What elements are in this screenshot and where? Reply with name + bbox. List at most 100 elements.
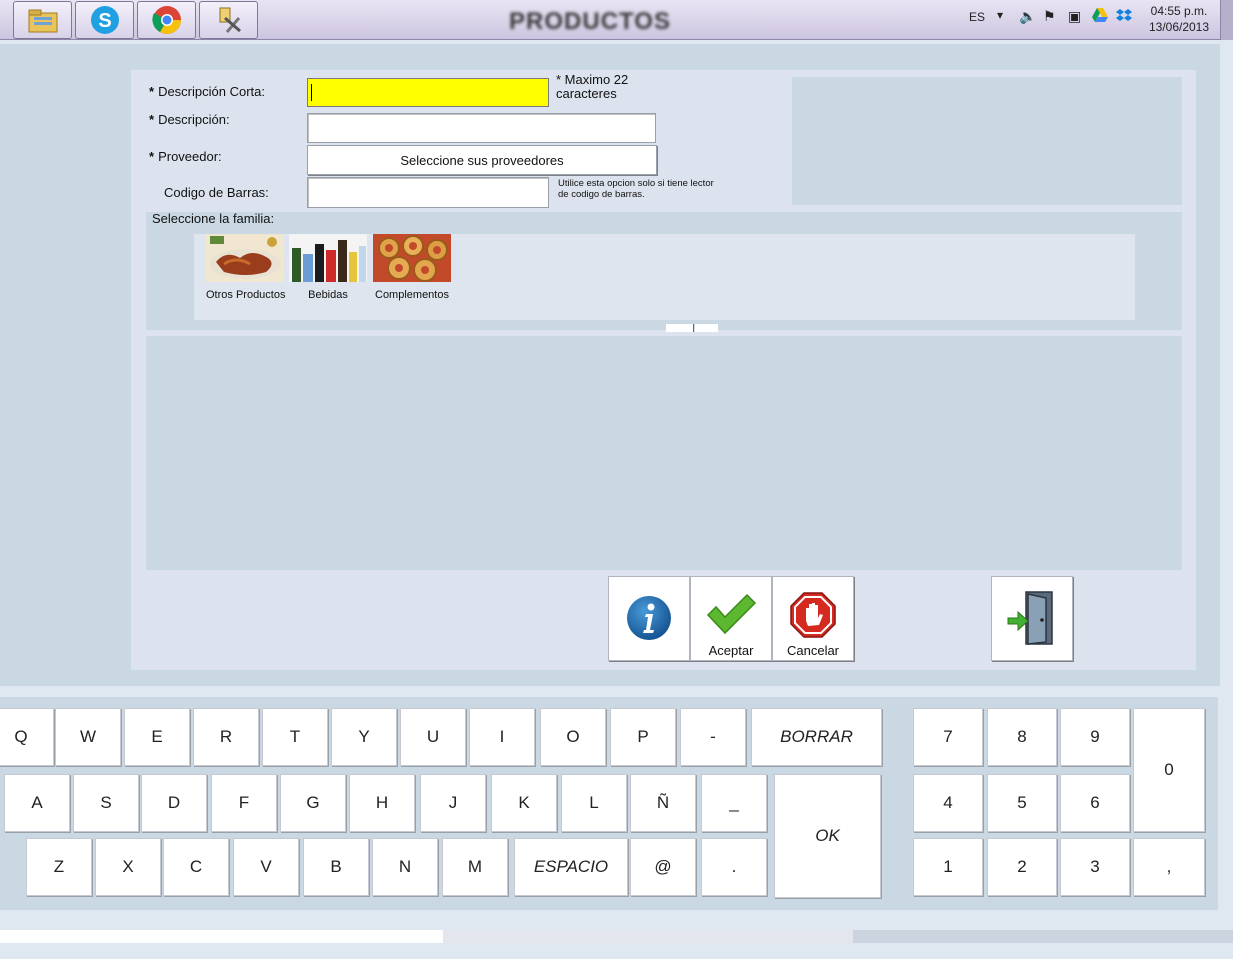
key-row2-8[interactable]: L: [561, 774, 627, 832]
key-row2-7[interactable]: K: [491, 774, 557, 832]
required-asterisk: *: [149, 84, 155, 99]
key-i[interactable]: I: [469, 708, 535, 766]
numpad-4[interactable]: 4: [913, 774, 983, 832]
key-r[interactable]: R: [193, 708, 259, 766]
numpad-9[interactable]: 9: [1060, 708, 1130, 766]
familia-item-complementos[interactable]: Complementos: [373, 234, 451, 301]
product-image-area[interactable]: [792, 77, 1182, 205]
info-icon: [627, 596, 671, 640]
language-indicator[interactable]: ES: [969, 10, 985, 24]
chrome-icon[interactable]: [137, 1, 196, 39]
descripcion-label: * Descripción:: [149, 112, 230, 127]
key-w[interactable]: W: [55, 708, 121, 766]
familia-label-otros-productos: Otros Productos: [206, 289, 286, 301]
cancelar-label: Cancelar: [786, 643, 840, 658]
codigo-barras-input[interactable]: [307, 177, 549, 208]
key-n[interactable]: N: [372, 838, 438, 896]
key-ok[interactable]: OK: [774, 774, 881, 898]
descripcion-label-text: Descripción:: [158, 112, 230, 127]
codigo-barras-hint: Utilice esta opcion solo si tiene lector…: [558, 178, 714, 200]
numpad-comma[interactable]: ,: [1133, 838, 1205, 896]
network-icon[interactable]: ▣: [1068, 8, 1081, 25]
desc-corta-label: * Descripción Corta:: [149, 84, 265, 99]
proveedor-label: * Proveedor:: [149, 149, 222, 164]
show-desktop-button[interactable]: [1220, 0, 1233, 40]
key-row2-10[interactable]: _: [701, 774, 767, 832]
desc-corta-label-text: Descripción Corta:: [158, 84, 265, 99]
aceptar-label: Aceptar: [708, 643, 754, 658]
required-asterisk: *: [149, 149, 155, 164]
key-b[interactable]: B: [303, 838, 369, 896]
desc-corta-input[interactable]: [307, 78, 549, 107]
key-row2-2[interactable]: D: [141, 774, 207, 832]
otros-productos-image: [206, 234, 284, 282]
key-row2-4[interactable]: G: [280, 774, 346, 832]
key-row2-5[interactable]: H: [349, 774, 415, 832]
clock-time[interactable]: 04:55 p.m.: [1143, 4, 1215, 18]
key-row2-6[interactable]: J: [420, 774, 486, 832]
status-bar-segment-2: [443, 930, 853, 943]
window-title: PRODUCTOS: [509, 8, 671, 35]
volume-icon[interactable]: 🔈: [1019, 8, 1036, 25]
numpad-1[interactable]: 1: [913, 838, 983, 896]
key-v[interactable]: V: [233, 838, 299, 896]
info-button[interactable]: [608, 576, 690, 661]
key-borrar[interactable]: BORRAR: [751, 708, 882, 766]
drive-icon[interactable]: [1092, 8, 1108, 25]
numpad-0[interactable]: 0: [1133, 708, 1205, 832]
key-row2-9[interactable]: Ñ: [630, 774, 696, 832]
check-icon: [706, 593, 757, 635]
key-o[interactable]: O: [540, 708, 606, 766]
key-z[interactable]: Z: [26, 838, 92, 896]
key-p[interactable]: P: [610, 708, 676, 766]
key-row2-3[interactable]: F: [211, 774, 277, 832]
numpad-3[interactable]: 3: [1060, 838, 1130, 896]
key-at[interactable]: @: [630, 838, 696, 896]
complementos-image: [373, 234, 451, 282]
tray-expand-icon[interactable]: ▾: [997, 8, 1003, 22]
stop-hand-icon: [790, 592, 836, 638]
key-m[interactable]: M: [442, 838, 508, 896]
familia-item-bebidas[interactable]: Bebidas: [289, 234, 367, 301]
status-bar-segment-1: [0, 930, 443, 943]
tools-icon[interactable]: [199, 1, 258, 39]
descripcion-input[interactable]: [307, 113, 656, 143]
key-x[interactable]: X: [95, 838, 161, 896]
key-e[interactable]: E: [124, 708, 190, 766]
clock-date[interactable]: 13/06/2013: [1143, 20, 1215, 34]
familia-item-otros-productos[interactable]: Otros Productos: [206, 234, 286, 301]
key-period[interactable]: .: [701, 838, 767, 896]
cancelar-button[interactable]: Cancelar: [772, 576, 854, 661]
exit-button[interactable]: [991, 576, 1073, 661]
required-asterisk: *: [149, 112, 155, 127]
explorer-icon[interactable]: [13, 1, 72, 39]
numpad-7[interactable]: 7: [913, 708, 983, 766]
key-row2-1[interactable]: S: [73, 774, 139, 832]
key-q[interactable]: Q: [0, 708, 54, 766]
desc-corta-hint: * Maximo 22 caracteres: [556, 73, 628, 101]
products-list-area: [146, 336, 1182, 570]
key-row2-0[interactable]: A: [4, 774, 70, 832]
flag-icon[interactable]: ⚑: [1043, 8, 1056, 25]
aceptar-button[interactable]: Aceptar: [690, 576, 772, 661]
numpad-8[interactable]: 8: [987, 708, 1057, 766]
codigo-hint-line2: de codigo de barras.: [558, 189, 645, 200]
numpad-2[interactable]: 2: [987, 838, 1057, 896]
skype-icon[interactable]: S: [75, 1, 134, 39]
taskbar: S PRODUCTOS ES ▾ 🔈 ⚑ ▣ 04:55 p.m. 13/06/…: [0, 0, 1233, 40]
familia-scroll-left[interactable]: [666, 324, 694, 332]
key-espacio[interactable]: ESPACIO: [514, 838, 628, 896]
key-u[interactable]: U: [400, 708, 466, 766]
svg-text:S: S: [98, 10, 111, 32]
numpad-5[interactable]: 5: [987, 774, 1057, 832]
key-y[interactable]: Y: [331, 708, 397, 766]
key-t[interactable]: T: [262, 708, 328, 766]
dropbox-icon[interactable]: [1116, 8, 1132, 27]
familia-scroll-right[interactable]: [695, 324, 718, 332]
proveedor-label-text: Proveedor:: [158, 149, 222, 164]
numpad-6[interactable]: 6: [1060, 774, 1130, 832]
exit-door-icon: [1007, 591, 1053, 645]
proveedor-button[interactable]: Seleccione sus proveedores: [307, 145, 657, 175]
key--[interactable]: -: [680, 708, 746, 766]
key-c[interactable]: C: [163, 838, 229, 896]
